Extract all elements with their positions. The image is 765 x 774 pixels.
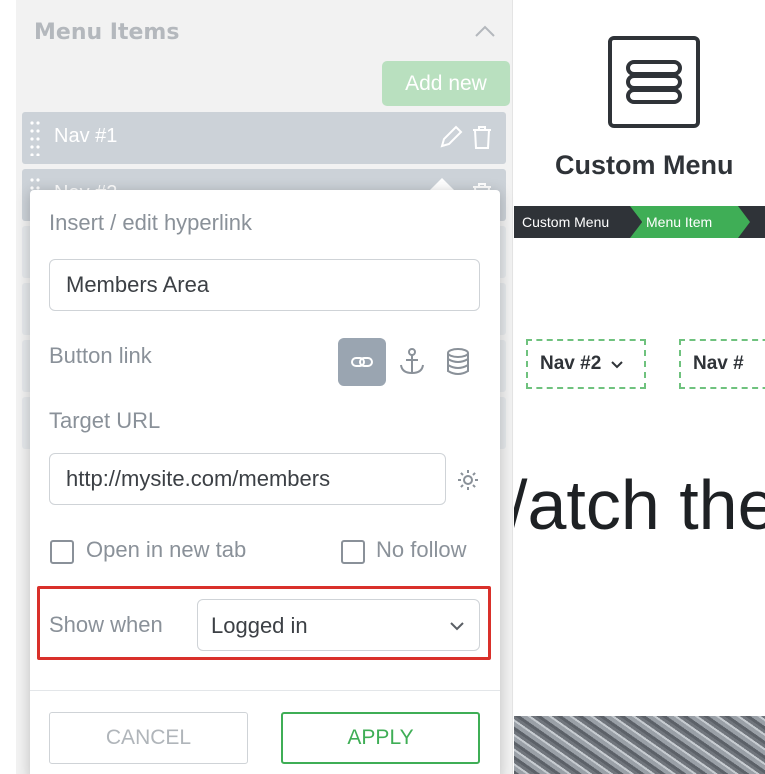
trash-icon[interactable]: [470, 124, 494, 150]
apply-button[interactable]: APPLY: [281, 712, 480, 764]
hero-image: [514, 716, 765, 774]
preview-nav-item[interactable]: Nav #: [679, 339, 765, 389]
breadcrumb-item-active[interactable]: Menu Item: [630, 206, 752, 238]
dialog-divider: [30, 690, 500, 691]
database-icon: [447, 348, 469, 375]
popup-pointer: [430, 178, 454, 190]
add-new-button[interactable]: Add new: [382, 61, 510, 106]
link-type-database[interactable]: [442, 338, 474, 386]
breadcrumb-item[interactable]: Custom Menu: [514, 206, 642, 238]
anchor-icon: [400, 348, 424, 375]
chevron-up-icon[interactable]: [474, 24, 496, 38]
preview-nav-item[interactable]: Nav #2: [526, 339, 646, 389]
chevron-down-icon: [450, 622, 464, 631]
show-when-value: Logged in: [211, 613, 308, 638]
link-type-anchor[interactable]: [396, 338, 428, 386]
nav-item-tools: [438, 124, 494, 150]
hero-heading: /atch the: [514, 466, 765, 544]
nav-item-label: Nav #1: [54, 125, 118, 147]
chevron-down-icon: [611, 361, 623, 369]
site-preview: Custom Menu Custom Menu Menu Item Nav #2…: [514, 0, 765, 774]
panel-title: Menu Items: [34, 20, 180, 45]
no-follow-label: No follow: [376, 537, 467, 562]
menu-icon: [608, 36, 700, 128]
gear-icon[interactable]: [456, 468, 480, 492]
preview-title: Custom Menu: [555, 150, 734, 180]
app-root: Menu Items Add new Nav #1 Insert / edit …: [0, 0, 765, 774]
pencil-icon[interactable]: [438, 124, 464, 150]
link-text-input[interactable]: [49, 259, 480, 311]
show-when-label: Show when: [49, 612, 163, 637]
open-new-tab-checkbox[interactable]: [50, 540, 74, 564]
open-new-tab-label: Open in new tab: [86, 537, 247, 562]
no-follow-checkbox[interactable]: [341, 540, 365, 564]
preview-nav-label: Nav #: [693, 353, 744, 374]
drag-handle-icon[interactable]: [30, 120, 40, 156]
target-url-input[interactable]: [49, 453, 446, 505]
link-icon: [351, 357, 373, 367]
cancel-button[interactable]: CANCEL: [49, 712, 248, 764]
preview-nav-label: Nav #2: [540, 353, 602, 374]
show-when-select[interactable]: Logged in: [197, 599, 480, 651]
hamburger-icon: [626, 60, 682, 104]
button-link-label: Button link: [49, 343, 152, 368]
nav-item-row[interactable]: Nav #1: [22, 112, 506, 164]
target-url-label: Target URL: [49, 408, 161, 433]
dialog-title: Insert / edit hyperlink: [49, 210, 252, 235]
hyperlink-dialog: Insert / edit hyperlink Button link Targ…: [30, 190, 500, 774]
link-type-url[interactable]: [338, 338, 386, 386]
